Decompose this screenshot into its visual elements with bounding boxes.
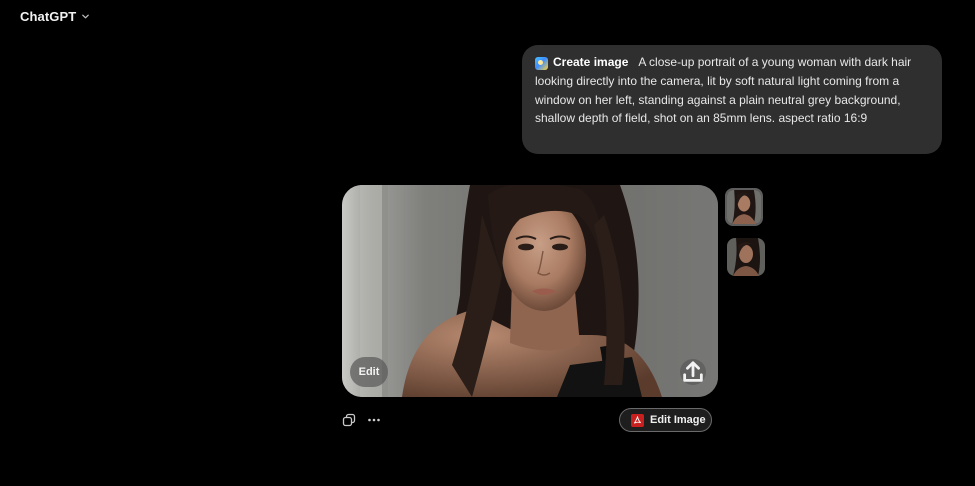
more-options-button[interactable] xyxy=(366,412,382,428)
thumbnail-portrait-1 xyxy=(727,190,761,224)
user-message-bubble: Create image A close-up portrait of a yo… xyxy=(522,45,942,154)
image-thumbnail-2[interactable] xyxy=(727,238,765,276)
edit-image-button[interactable]: Edit Image xyxy=(619,408,712,432)
create-image-chip[interactable]: Create image xyxy=(535,53,628,72)
image-thumbnail-1[interactable] xyxy=(725,188,763,226)
edit-overlay-button[interactable]: Edit xyxy=(350,357,388,387)
copy-icon xyxy=(342,413,356,427)
create-image-label: Create image xyxy=(553,55,629,69)
edit-image-label: Edit Image xyxy=(650,414,706,426)
chevron-down-icon xyxy=(82,14,90,19)
pdf-acrobat-icon xyxy=(631,413,644,427)
model-switcher[interactable]: ChatGPT xyxy=(16,6,94,27)
copy-button[interactable] xyxy=(341,412,357,428)
generated-image[interactable]: Edit xyxy=(342,185,718,397)
chat-screen: ChatGPT Create image A close-up portrait… xyxy=(0,0,975,486)
share-upload-icon xyxy=(683,361,703,382)
thumbnail-portrait-2 xyxy=(727,238,765,276)
create-image-icon xyxy=(535,56,548,70)
portrait-image xyxy=(342,185,718,397)
edit-overlay-label: Edit xyxy=(358,366,380,378)
model-name: ChatGPT xyxy=(20,9,77,24)
more-dots-icon xyxy=(368,418,380,422)
share-button[interactable] xyxy=(680,359,706,385)
